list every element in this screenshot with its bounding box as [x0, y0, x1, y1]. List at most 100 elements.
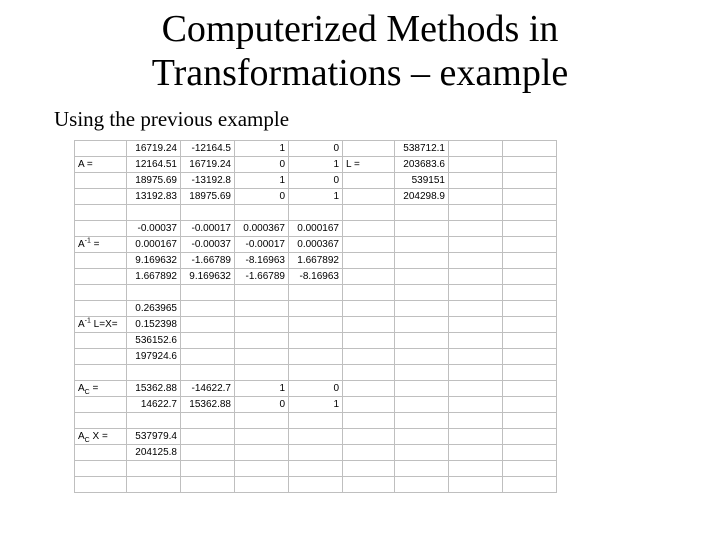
cell-label	[343, 397, 395, 413]
cell	[449, 269, 503, 285]
cell	[181, 301, 235, 317]
table-row: 536152.6	[75, 333, 557, 349]
cell	[395, 349, 449, 365]
cell	[127, 205, 181, 221]
table-row: A = 12164.51 16719.24 0 1 L = 203683.6	[75, 157, 557, 173]
cell-label	[343, 237, 395, 253]
cell	[395, 285, 449, 301]
cell: -14622.7	[181, 381, 235, 397]
cell: 1.667892	[289, 253, 343, 269]
cell: 203683.6	[395, 157, 449, 173]
cell	[235, 205, 289, 221]
title-line-2: Transformations – example	[152, 52, 569, 94]
cell: 197924.6	[127, 349, 181, 365]
cell	[289, 333, 343, 349]
cell-label	[75, 477, 127, 493]
label-A-inverse: A-1 =	[75, 237, 127, 253]
cell	[395, 365, 449, 381]
cell: 0	[289, 381, 343, 397]
cell-label	[343, 413, 395, 429]
cell: 15362.88	[127, 381, 181, 397]
cell-label	[343, 445, 395, 461]
cell	[289, 477, 343, 493]
cell	[503, 365, 557, 381]
cell	[395, 205, 449, 221]
cell	[289, 317, 343, 333]
cell	[235, 333, 289, 349]
cell	[503, 397, 557, 413]
cell	[235, 429, 289, 445]
cell	[395, 477, 449, 493]
cell-label	[75, 189, 127, 205]
table-row: 14622.7 15362.88 0 1	[75, 397, 557, 413]
cell	[395, 317, 449, 333]
table-row: 197924.6	[75, 349, 557, 365]
subtitle: Using the previous example	[54, 107, 700, 132]
cell: 0.000167	[289, 221, 343, 237]
cell-label	[75, 221, 127, 237]
cell	[395, 429, 449, 445]
page-title: Computerized Methods in Transformations …	[20, 8, 700, 95]
cell-label	[75, 333, 127, 349]
cell	[449, 285, 503, 301]
cell	[449, 445, 503, 461]
cell	[449, 301, 503, 317]
cell	[503, 349, 557, 365]
table-row	[75, 205, 557, 221]
cell: -0.00037	[181, 237, 235, 253]
cell	[449, 221, 503, 237]
cell	[289, 429, 343, 445]
cell	[449, 317, 503, 333]
cell	[503, 445, 557, 461]
cell	[503, 141, 557, 157]
cell-label	[75, 285, 127, 301]
cell	[181, 445, 235, 461]
label-Ac-X: AC X =	[75, 429, 127, 445]
cell	[503, 269, 557, 285]
cell	[503, 205, 557, 221]
cell: -1.66789	[235, 269, 289, 285]
cell	[395, 413, 449, 429]
cell	[449, 381, 503, 397]
cell: 1.667892	[127, 269, 181, 285]
cell	[503, 173, 557, 189]
cell: -8.16963	[289, 269, 343, 285]
cell-label	[343, 333, 395, 349]
cell	[395, 397, 449, 413]
cell	[449, 237, 503, 253]
cell-label	[75, 445, 127, 461]
cell	[449, 413, 503, 429]
cell	[395, 237, 449, 253]
cell: 0.000367	[235, 221, 289, 237]
cell-label	[75, 173, 127, 189]
cell	[181, 333, 235, 349]
cell: 16719.24	[127, 141, 181, 157]
cell-label	[343, 301, 395, 317]
cell	[503, 301, 557, 317]
cell	[449, 365, 503, 381]
cell-label	[75, 253, 127, 269]
cell	[503, 333, 557, 349]
cell	[181, 429, 235, 445]
cell	[449, 189, 503, 205]
cell	[235, 349, 289, 365]
cell-label	[75, 301, 127, 317]
table-row: 16719.24 -12164.5 1 0 538712.1	[75, 141, 557, 157]
cell	[181, 413, 235, 429]
cell-label	[343, 141, 395, 157]
cell-label	[343, 253, 395, 269]
cell-label	[343, 381, 395, 397]
cell: 1	[235, 381, 289, 397]
cell	[449, 429, 503, 445]
label-Ac: AC =	[75, 381, 127, 397]
cell-label	[343, 461, 395, 477]
cell: -1.66789	[181, 253, 235, 269]
cell-label	[343, 189, 395, 205]
spreadsheet-table: 16719.24 -12164.5 1 0 538712.1 A = 12164…	[74, 140, 557, 493]
cell	[449, 253, 503, 269]
cell: 539151	[395, 173, 449, 189]
cell: -0.00017	[181, 221, 235, 237]
cell	[235, 445, 289, 461]
title-line-1: Computerized Methods in	[162, 8, 559, 50]
cell: 1	[235, 141, 289, 157]
